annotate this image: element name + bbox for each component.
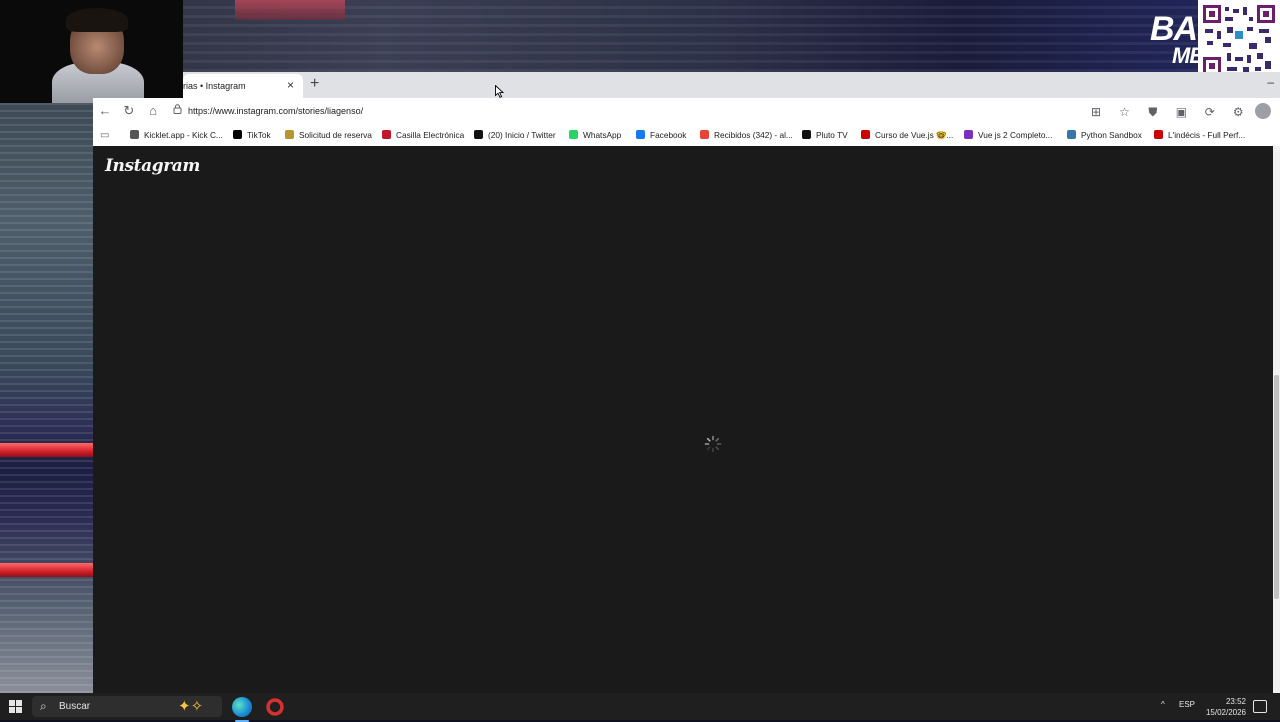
- bookmark-label: Kicklet.app - Kick C...: [144, 130, 223, 140]
- bookmark-favicon-icon: [802, 130, 811, 139]
- sync-icon[interactable]: ⟳: [1202, 104, 1218, 120]
- bookmark-item[interactable]: L'indécis - Full Perf...: [1154, 130, 1245, 140]
- search-icon: ⌕: [40, 699, 47, 713]
- clock-date: 15/02/2026: [1205, 708, 1246, 717]
- back-button[interactable]: ←: [97, 103, 113, 118]
- browser-toolbar: ← ↻ ⌂ https://www.instagram.com/stories/…: [93, 98, 1280, 137]
- qr-code-pattern: [1203, 5, 1275, 75]
- windows-taskbar: ⌕ Buscar ✦✧ ^ ESP 23:52 15/02/2026: [0, 693, 1280, 722]
- bookmark-item[interactable]: Recibidos (342) - al...: [700, 130, 793, 140]
- ring-rope-bottom: [0, 563, 93, 577]
- bookmark-favicon-icon: [964, 130, 973, 139]
- bookmark-item[interactable]: Vue js 2 Completo...: [964, 130, 1052, 140]
- bookmark-label: Casilla Electrónica: [396, 130, 465, 140]
- bookmark-favicon-icon: [1067, 130, 1076, 139]
- arena-sign: [235, 0, 345, 20]
- bookmark-label: L'indécis - Full Perf...: [1168, 130, 1246, 140]
- browser-tab-bar: rias • Instagram × + –: [183, 72, 1280, 98]
- bookmarks-bar: ▭ Kicklet.app - Kick C... TikTok Solicitud…: [93, 125, 1280, 146]
- windows-start-icon[interactable]: [9, 700, 22, 718]
- bookmark-item[interactable]: Kicklet.app - Kick C...: [130, 130, 223, 140]
- crowd-stripes: [0, 103, 93, 693]
- clock-time: 23:52: [1225, 697, 1246, 706]
- bookmark-item[interactable]: Python Sandbox: [1067, 130, 1142, 140]
- shield-extension-icon[interactable]: ⛊: [1145, 104, 1161, 120]
- bookmark-item[interactable]: Casilla Electrónica: [382, 130, 464, 140]
- bookmark-label: WhatsApp: [583, 130, 622, 140]
- stage-lights-stripes: [183, 0, 1280, 72]
- sidebar-toggle-icon[interactable]: ▭: [100, 130, 109, 141]
- tray-chevron-icon[interactable]: ^: [1161, 700, 1165, 709]
- bookmark-favicon-icon: [569, 130, 578, 139]
- bookmark-favicon-icon: [636, 130, 645, 139]
- taskbar-clock[interactable]: 23:52 15/02/2026: [1196, 696, 1246, 718]
- bookmark-item[interactable]: Pluto TV: [802, 130, 848, 140]
- frame-extension-icon[interactable]: ▣: [1173, 104, 1189, 120]
- bookmark-item[interactable]: (20) Inicio / Twitter: [474, 130, 556, 140]
- bookmark-favicon-icon: [861, 130, 870, 139]
- bookmark-label: TikTok: [247, 130, 271, 140]
- stream-background-top: [0, 0, 1280, 72]
- bookmark-favicon-icon: [1154, 130, 1163, 139]
- qr-code: [1198, 0, 1280, 80]
- address-bar[interactable]: https://www.instagram.com/stories/liagen…: [167, 101, 1087, 122]
- profile-avatar-icon[interactable]: [1255, 103, 1271, 119]
- reload-button[interactable]: ↻: [121, 103, 137, 119]
- address-url[interactable]: https://www.instagram.com/stories/liagen…: [188, 106, 363, 116]
- home-button[interactable]: ⌂: [145, 103, 161, 118]
- bookmark-label: Vue js 2 Completo...: [978, 130, 1053, 140]
- taskbar-search-label: Buscar: [59, 701, 91, 712]
- tab-close-icon[interactable]: ×: [287, 78, 294, 92]
- scrollbar-thumb[interactable]: [1274, 375, 1279, 599]
- window-minimize-button[interactable]: –: [1267, 75, 1274, 89]
- streamer-hair: [66, 8, 128, 32]
- bookmark-favicon-icon: [700, 130, 709, 139]
- taskbar-search-box[interactable]: ⌕ Buscar ✦✧: [32, 696, 222, 717]
- overlay-brand-text: BA ME: [1150, 12, 1204, 67]
- bookmark-label: Python Sandbox: [1081, 130, 1142, 140]
- copilot-sparkle-icon: ✦✧: [178, 698, 204, 715]
- bookmark-item[interactable]: WhatsApp: [569, 130, 621, 140]
- tab-instagram[interactable]: rias • Instagram ×: [183, 74, 303, 98]
- stream-background-left: [0, 103, 93, 693]
- bookmark-favicon-icon: [285, 130, 294, 139]
- star-icon[interactable]: ☆: [1116, 104, 1132, 120]
- instagram-stories-page: Instagram: [93, 146, 1273, 693]
- bookmark-favicon-icon: [130, 130, 139, 139]
- bookmark-favicon-icon: [382, 130, 391, 139]
- loading-spinner-icon: [704, 435, 722, 453]
- ring-rope-top: [0, 443, 93, 457]
- bookmark-label: Curso de Vue.js 🤓...: [875, 130, 954, 140]
- tab-title: rias • Instagram: [183, 81, 246, 91]
- notification-icon[interactable]: [1253, 700, 1267, 713]
- instagram-logo[interactable]: Instagram: [105, 156, 200, 176]
- bookmark-label: Facebook: [650, 130, 687, 140]
- bookmark-item[interactable]: Curso de Vue.js 🤓...: [861, 130, 953, 141]
- toolbar-icons: ⊞ ☆ ⛊ ▣ ⟳ ⚙ ✩: [1088, 103, 1280, 137]
- bookmark-label: Recibidos (342) - al...: [714, 130, 793, 140]
- apps-icon[interactable]: ⊞: [1088, 104, 1104, 120]
- bookmark-label: Pluto TV: [816, 130, 848, 140]
- bookmark-favicon-icon: [474, 130, 483, 139]
- bookmark-label: Solicitud de reserva: [299, 130, 372, 140]
- extension-icon[interactable]: ⚙: [1230, 104, 1246, 120]
- lock-icon[interactable]: [173, 104, 182, 117]
- new-tab-button[interactable]: +: [310, 75, 319, 93]
- language-indicator[interactable]: ESP: [1179, 700, 1195, 709]
- edge-browser-icon[interactable]: [232, 697, 252, 722]
- bookmark-favicon-icon: [233, 130, 242, 139]
- bookmark-item[interactable]: Solicitud de reserva: [285, 130, 372, 140]
- bookmark-item[interactable]: TikTok: [233, 130, 271, 140]
- obs-studio-icon[interactable]: [265, 697, 285, 717]
- bookmark-item[interactable]: Facebook: [636, 130, 686, 140]
- bookmark-label: (20) Inicio / Twitter: [488, 130, 556, 140]
- page-scrollbar[interactable]: [1273, 146, 1280, 693]
- webcam-overlay: [0, 0, 183, 103]
